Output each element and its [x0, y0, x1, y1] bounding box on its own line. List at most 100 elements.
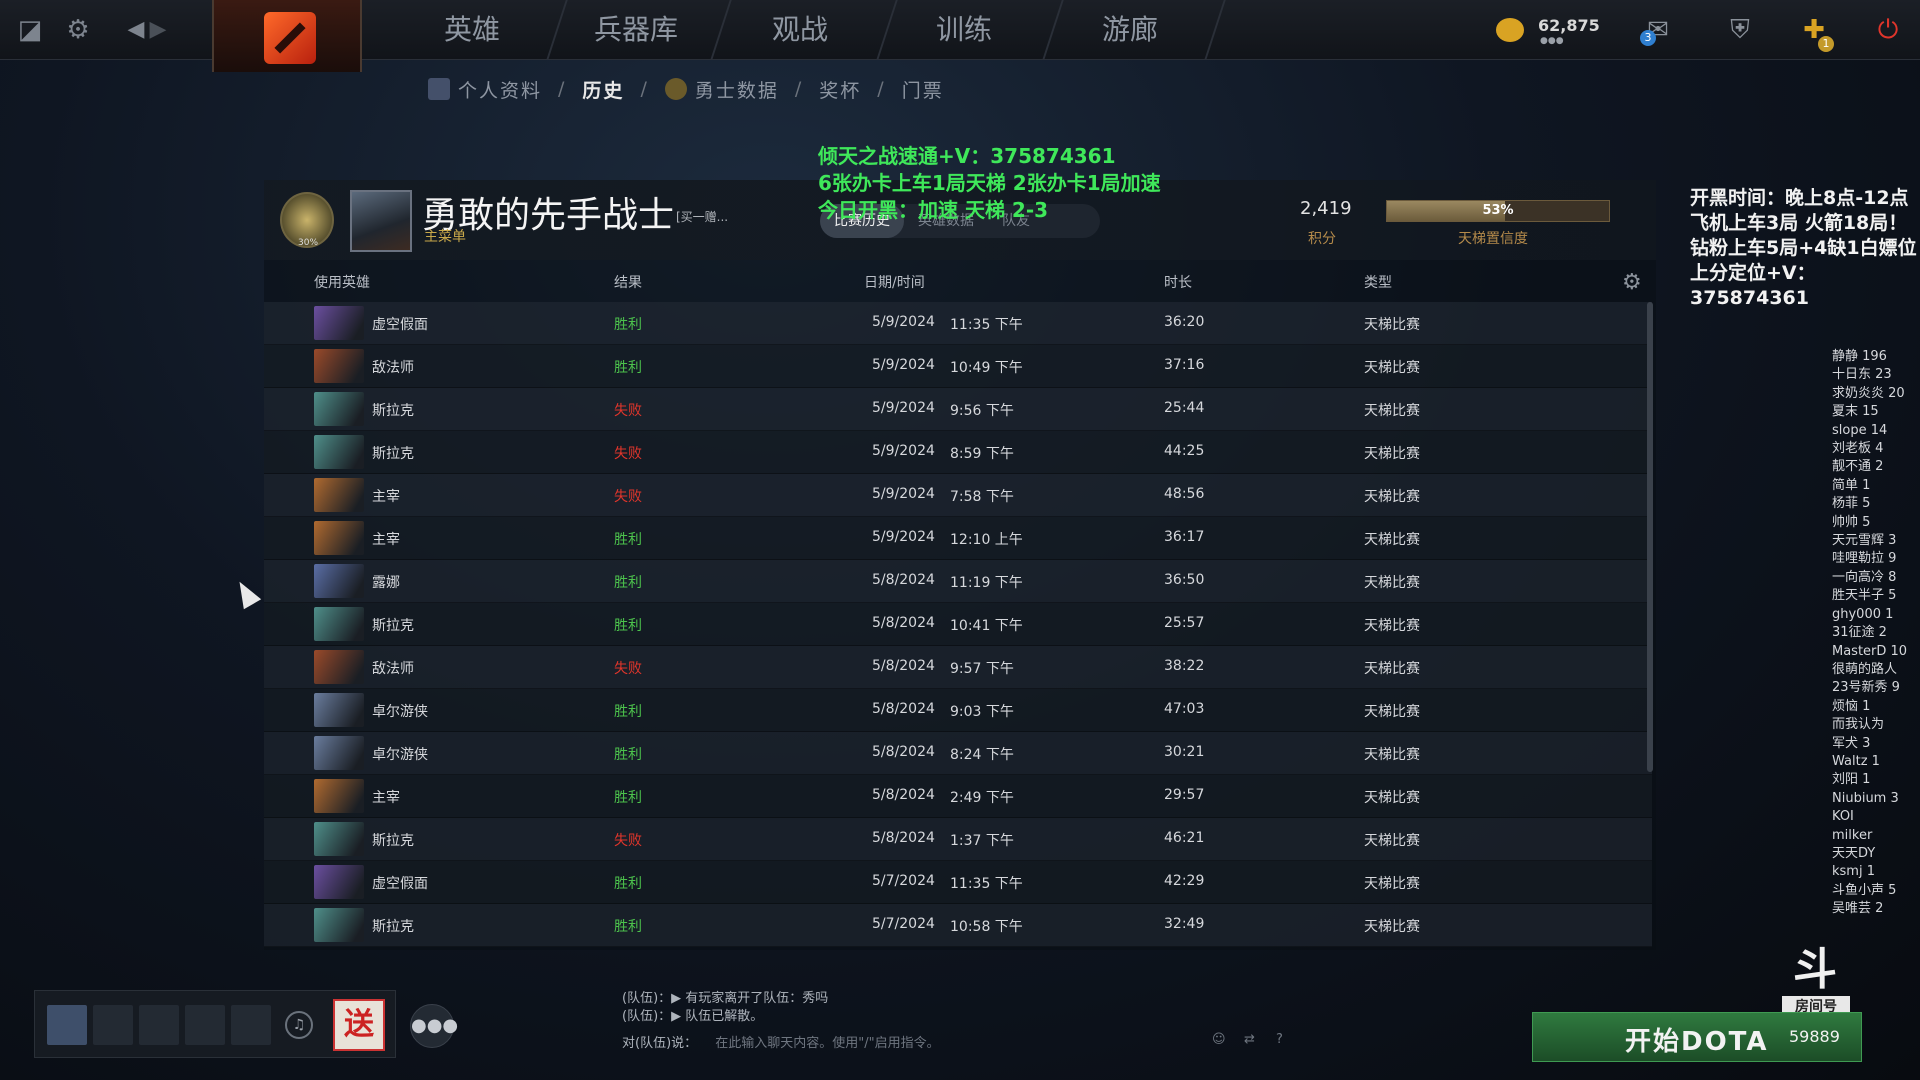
party-bar: ♫ 送: [34, 990, 396, 1058]
hero-portrait-icon: [314, 306, 364, 340]
match-result: 胜利: [614, 575, 642, 591]
plus-badge: 1: [1818, 36, 1834, 52]
party-slot-self[interactable]: [47, 1005, 87, 1045]
forward-arrow-icon[interactable]: ▶: [140, 12, 176, 48]
inventory-icon[interactable]: ⛨: [1718, 8, 1762, 52]
nav-divider: [546, 0, 568, 60]
match-result: 胜利: [614, 919, 642, 935]
match-duration: 36:17: [1164, 529, 1205, 545]
party-menu-icon[interactable]: ●●●: [410, 1004, 458, 1048]
settings-gear-icon[interactable]: ⚙: [60, 12, 96, 48]
match-type: 天梯比赛: [1364, 575, 1420, 591]
match-date: 5/7/2024: [872, 916, 935, 932]
table-row[interactable]: 斯拉克 失败 5/8/2024 1:37 下午 46:21 天梯比赛: [264, 818, 1652, 861]
table-row[interactable]: 斯拉克 失败 5/9/2024 9:56 下午 25:44 天梯比赛: [264, 388, 1652, 431]
crumb-profile[interactable]: 个人资料: [458, 76, 542, 103]
table-row[interactable]: 主宰 失败 5/9/2024 7:58 下午 48:56 天梯比赛: [264, 474, 1652, 517]
table-header: 使用英雄 结果 日期/时间 时长 类型: [264, 268, 1656, 296]
hero-name: 敌法师: [372, 661, 414, 677]
hero-portrait-icon: [314, 736, 364, 770]
chat-channel-icon[interactable]: ⇄: [1244, 1032, 1255, 1047]
table-row[interactable]: 斯拉克 胜利 5/7/2024 10:58 下午 32:49 天梯比赛: [264, 904, 1652, 947]
power-icon[interactable]: ⏻: [1866, 8, 1910, 52]
party-slot-empty[interactable]: [139, 1005, 179, 1045]
play-dota-count: 59889: [1789, 1027, 1840, 1046]
crumb-tickets[interactable]: 门票: [902, 76, 944, 103]
crumb-trophies[interactable]: 奖杯: [819, 76, 861, 103]
match-result: 胜利: [614, 704, 642, 720]
table-row[interactable]: 敌法师 胜利 5/9/2024 10:49 下午 37:16 天梯比赛: [264, 345, 1652, 388]
table-row[interactable]: 斯拉克 胜利 5/8/2024 10:41 下午 25:57 天梯比赛: [264, 603, 1652, 646]
col-datetime[interactable]: 日期/时间: [864, 272, 925, 292]
emoji-icon[interactable]: ☺: [1212, 1032, 1226, 1047]
table-row[interactable]: 虚空假面 胜利 5/7/2024 11:35 下午 42:29 天梯比赛: [264, 861, 1652, 904]
col-type[interactable]: 类型: [1364, 272, 1392, 292]
table-settings-gear-icon[interactable]: ⚙: [1622, 270, 1642, 295]
match-duration: 46:21: [1164, 830, 1205, 846]
nav-arcade[interactable]: 游廊: [1060, 10, 1200, 50]
mail-icon[interactable]: ✉: [1636, 8, 1680, 52]
match-result: 胜利: [614, 618, 642, 634]
fan-entry: Niubium 3: [1832, 790, 1899, 806]
gift-button[interactable]: 送: [333, 999, 385, 1051]
hero-name: 斯拉克: [372, 618, 414, 634]
match-duration: 38:22: [1164, 658, 1205, 674]
match-time: 11:19 下午: [950, 575, 1023, 591]
party-slot-empty[interactable]: [185, 1005, 225, 1045]
match-time: 7:58 下午: [950, 489, 1014, 505]
table-row[interactable]: 敌法师 失败 5/8/2024 9:57 下午 38:22 天梯比赛: [264, 646, 1652, 689]
crumb-separator: /: [640, 78, 649, 100]
chat-message: (队伍)：▶ 有玩家离开了队伍：秀吗: [622, 991, 829, 1006]
party-slot-empty[interactable]: [231, 1005, 271, 1045]
match-time: 9:56 下午: [950, 403, 1014, 419]
match-time: 12:10 上午: [950, 532, 1023, 548]
dota-logo-button[interactable]: [212, 0, 362, 72]
nav-heroes[interactable]: 英雄: [402, 10, 542, 50]
crumb-separator: /: [558, 78, 567, 100]
avatar[interactable]: [350, 190, 412, 252]
table-row[interactable]: 卓尔游侠 胜利 5/8/2024 9:03 下午 47:03 天梯比赛: [264, 689, 1652, 732]
match-result: 失败: [614, 833, 642, 849]
col-hero[interactable]: 使用英雄: [314, 272, 370, 292]
fan-entry: 吴唯芸 2: [1832, 901, 1884, 917]
table-row[interactable]: 主宰 胜利 5/9/2024 12:10 上午 36:17 天梯比赛: [264, 517, 1652, 560]
match-result: 失败: [614, 489, 642, 505]
hero-portrait-icon: [314, 693, 364, 727]
table-row[interactable]: 虚空假面 胜利 5/9/2024 11:35 下午 36:20 天梯比赛: [264, 302, 1652, 345]
hero-name: 卓尔游侠: [372, 747, 428, 763]
chat-channel-label: 对(队伍)说：: [622, 1036, 698, 1051]
crumb-history[interactable]: 历史: [582, 76, 624, 103]
chat-help-icon[interactable]: ?: [1276, 1032, 1283, 1047]
hero-portrait-icon: [314, 908, 364, 942]
table-row[interactable]: 卓尔游侠 胜利 5/8/2024 8:24 下午 30:21 天梯比赛: [264, 732, 1652, 775]
fan-entry: 23号新秀 9: [1832, 680, 1900, 696]
crumb-plus-stats[interactable]: 勇士数据: [695, 76, 779, 103]
hero-name: 虚空假面: [372, 876, 428, 892]
play-dota-button[interactable]: 开始DOTA 59889: [1532, 1012, 1862, 1062]
chat-input[interactable]: 对(队伍)说： 在此输入聊天内容。使用"/"启用指令。 ☺ ⇄ ?: [622, 1032, 1302, 1056]
hero-name: 露娜: [372, 575, 400, 591]
table-row[interactable]: 斯拉克 失败 5/9/2024 8:59 下午 44:25 天梯比赛: [264, 431, 1652, 474]
ranked-confidence-bar: 53%: [1386, 200, 1610, 222]
dashboard-icon[interactable]: ◪: [12, 12, 48, 48]
col-duration[interactable]: 时长: [1164, 272, 1192, 292]
fan-entry: 帅帅 5: [1832, 514, 1871, 530]
nav-armory[interactable]: 兵器库: [566, 10, 706, 50]
douyu-logo: 斗鱼: [1793, 944, 1837, 1047]
match-result: 失败: [614, 403, 642, 419]
chat-placeholder: 在此输入聊天内容。使用"/"启用指令。: [715, 1036, 940, 1051]
play-dota-label: 开始DOTA: [1625, 1027, 1769, 1057]
match-list-scrollbar[interactable]: [1647, 302, 1653, 772]
nav-watch[interactable]: 观战: [730, 10, 870, 50]
match-time: 8:59 下午: [950, 446, 1014, 462]
nav-learn[interactable]: 训练: [894, 10, 1034, 50]
match-result: 胜利: [614, 747, 642, 763]
col-result[interactable]: 结果: [614, 272, 642, 292]
voice-icon[interactable]: ♫: [285, 1011, 313, 1039]
match-duration: 30:21: [1164, 744, 1205, 760]
fan-entry: 刘阳 1: [1832, 772, 1871, 788]
party-slot-empty[interactable]: [93, 1005, 133, 1045]
nav-divider: [1204, 0, 1226, 60]
table-row[interactable]: 露娜 胜利 5/8/2024 11:19 下午 36:50 天梯比赛: [264, 560, 1652, 603]
table-row[interactable]: 主宰 胜利 5/8/2024 2:49 下午 29:57 天梯比赛: [264, 775, 1652, 818]
